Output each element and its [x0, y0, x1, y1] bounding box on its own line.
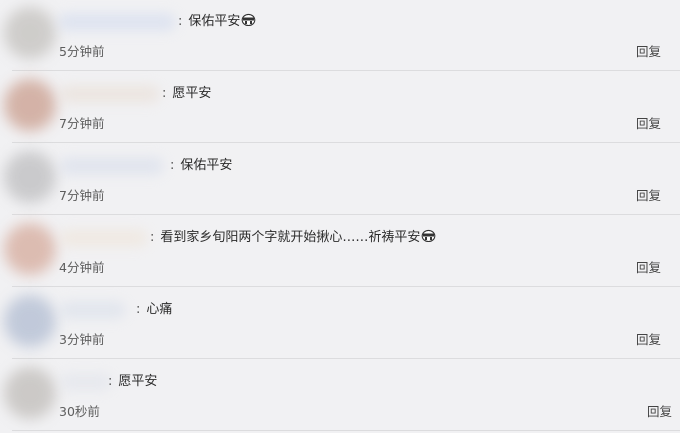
comment-time: 5分钟前	[59, 44, 105, 59]
divider	[12, 430, 680, 431]
username[interactable]	[60, 85, 160, 103]
comment-item: : 保佑平安 5分钟前 回复	[0, 0, 680, 71]
comment-body: 保佑平安	[188, 14, 241, 29]
username[interactable]	[58, 13, 176, 31]
avatar[interactable]	[4, 295, 56, 347]
comment-list: : 保佑平安 5分钟前 回复 : 愿平安 7分钟前 回复 : 保佑平安 7分钟前 回复…	[0, 0, 680, 433]
comment-time: 4分钟前	[59, 260, 105, 275]
avatar[interactable]	[4, 79, 56, 131]
avatar[interactable]	[4, 7, 56, 59]
reply-button[interactable]: 回复	[647, 401, 672, 420]
reply-button[interactable]: 回复	[636, 41, 661, 60]
colon: :	[178, 14, 183, 29]
comment-item: : 看到家乡旬阳两个字就开始揪心……祈祷平安 4分钟前 回复	[0, 215, 680, 287]
username[interactable]	[60, 301, 126, 319]
comment-time: 3分钟前	[59, 332, 105, 347]
avatar[interactable]	[4, 151, 56, 203]
comment-body: 愿平安	[118, 374, 158, 389]
colon: :	[170, 158, 175, 173]
comment-text: : 愿平安	[162, 85, 211, 103]
colon: :	[162, 86, 167, 101]
reply-button[interactable]: 回复	[636, 113, 661, 132]
username[interactable]	[60, 157, 164, 175]
comment-body: 看到家乡旬阳两个字就开始揪心……祈祷平安	[160, 230, 421, 245]
comment-time: 7分钟前	[59, 188, 105, 203]
avatar[interactable]	[4, 223, 56, 275]
colon: :	[150, 230, 155, 245]
comment-text: : 保佑平安	[178, 13, 256, 31]
avatar[interactable]	[4, 367, 56, 419]
comment-time: 30秒前	[59, 404, 100, 419]
comment-time: 7分钟前	[59, 116, 105, 131]
comment-text: : 保佑平安	[170, 157, 232, 175]
colon: :	[136, 302, 141, 317]
comment-body: 心痛	[146, 302, 173, 317]
comment-item: : 愿平安 7分钟前 回复	[0, 71, 680, 143]
reply-button[interactable]: 回复	[636, 257, 661, 276]
reply-button[interactable]: 回复	[636, 185, 661, 204]
comment-text: : 心痛	[136, 301, 172, 319]
crying-face-emoji-icon	[422, 229, 436, 242]
comment-item: : 保佑平安 7分钟前 回复	[0, 143, 680, 215]
colon: :	[108, 374, 113, 389]
comment-item: : 心痛 3分钟前 回复	[0, 287, 680, 359]
crying-face-emoji-icon	[242, 13, 256, 26]
comment-body: 愿平安	[172, 86, 212, 101]
reply-button[interactable]: 回复	[636, 329, 661, 348]
username[interactable]	[60, 229, 148, 247]
comment-item: : 愿平安 30秒前 回复	[0, 359, 680, 431]
comment-text: : 看到家乡旬阳两个字就开始揪心……祈祷平安	[150, 229, 436, 247]
username[interactable]	[60, 373, 112, 391]
comment-body: 保佑平安	[180, 158, 233, 173]
comment-text: : 愿平安	[108, 373, 157, 391]
